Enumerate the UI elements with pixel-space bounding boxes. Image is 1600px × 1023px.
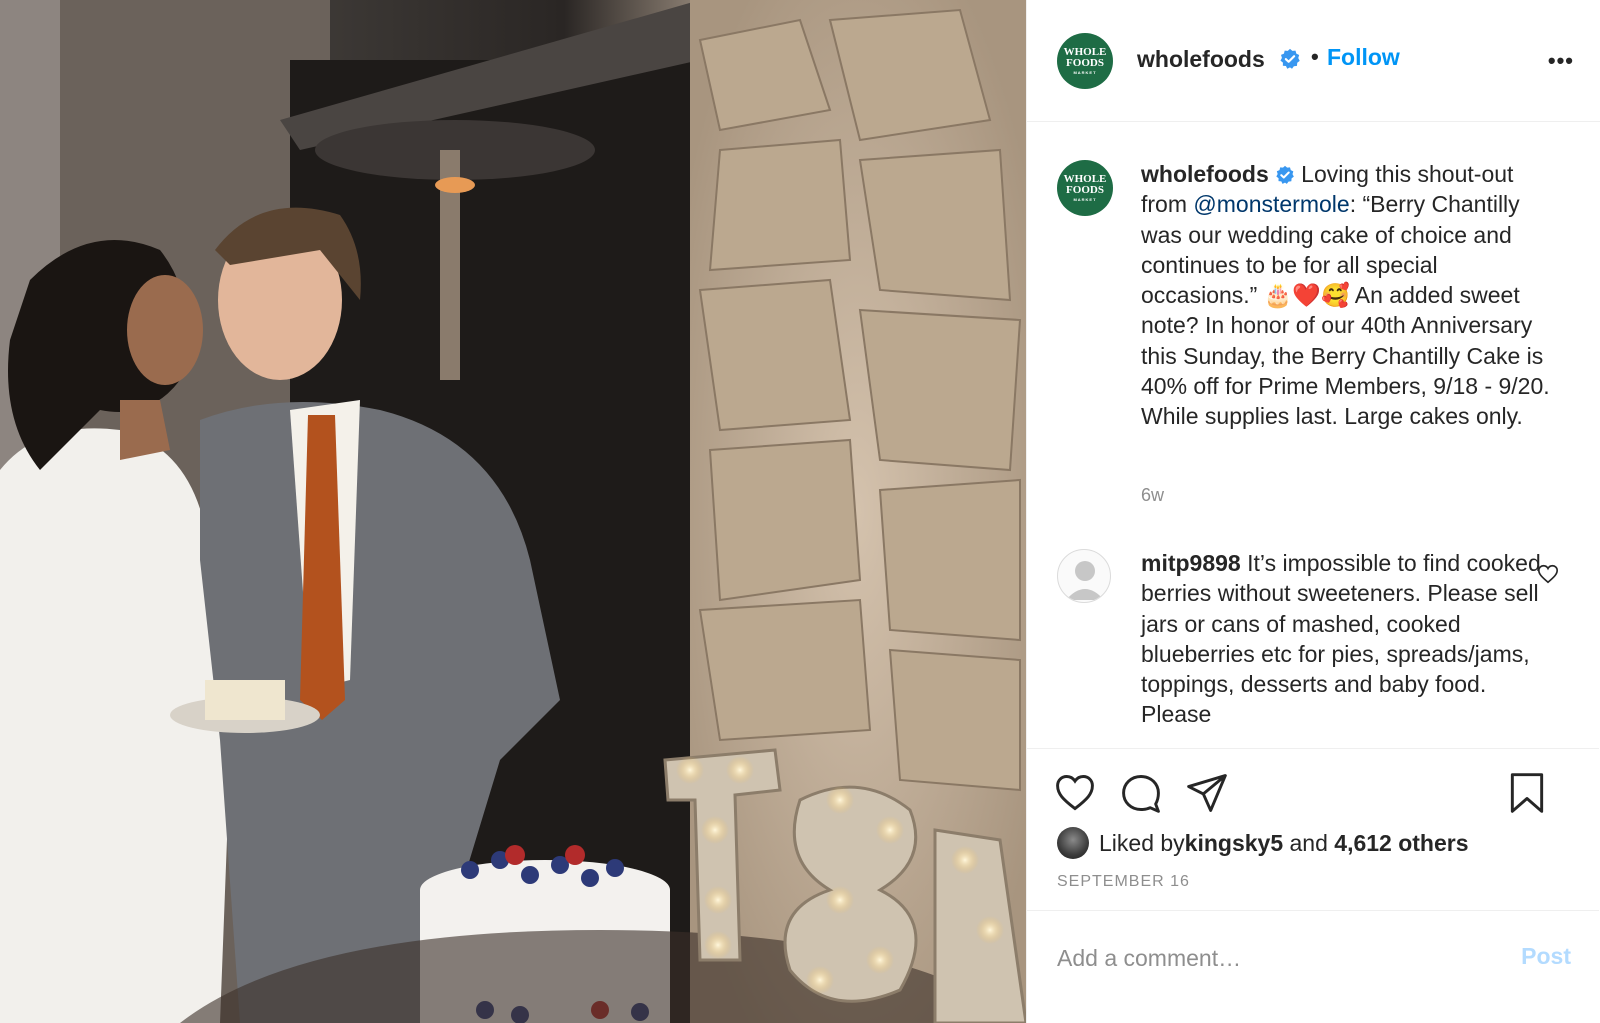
post-sidebar: WHOLE FOODS MARKET wholefoods • Follow •… [1026, 0, 1600, 1023]
logo-line-3: MARKET [1073, 197, 1097, 202]
liker-avatar[interactable] [1057, 827, 1089, 859]
comment-like-heart-icon[interactable] [1537, 563, 1559, 585]
caption-username[interactable]: wholefoods [1141, 161, 1269, 187]
caption-mention-link[interactable]: @monstermole [1193, 191, 1349, 217]
separator-dot: • [1311, 44, 1319, 69]
more-options-icon[interactable]: ••• [1548, 48, 1574, 74]
likes-others-count[interactable]: 4,612 others [1334, 830, 1468, 857]
logo-line-2: FOODS [1066, 184, 1104, 196]
verified-badge-icon [1276, 165, 1294, 184]
liked-by-middle: and [1283, 829, 1335, 856]
comment-text: mitp9898 It’s impossible to find cooked … [1141, 548, 1551, 730]
post-actions: Liked by kingsky5 and 4,612 others SEPTE… [1027, 748, 1599, 910]
liker-username[interactable]: kingsky5 [1185, 830, 1283, 857]
liked-by-prefix: Liked by [1099, 829, 1185, 856]
post-photo[interactable] [0, 0, 1026, 1023]
caption-avatar[interactable]: WHOLE FOODS MARKET [1057, 160, 1113, 216]
default-avatar-icon [1066, 561, 1104, 600]
comment-username[interactable]: mitp9898 [1141, 550, 1241, 576]
share-direct-icon[interactable] [1185, 771, 1229, 815]
post-header: WHOLE FOODS MARKET wholefoods • Follow •… [1027, 0, 1600, 122]
follow-button[interactable]: Follow [1327, 44, 1400, 71]
add-comment-bar: Post [1027, 910, 1599, 1023]
like-heart-icon[interactable] [1053, 771, 1097, 815]
wedding-photo-illustration [0, 0, 1026, 1023]
caption-body-end: : “Berry Chantilly was our wedding cake … [1141, 191, 1550, 430]
post-comment-button[interactable]: Post [1521, 943, 1571, 970]
account-username[interactable]: wholefoods [1137, 46, 1265, 73]
logo-line-2: FOODS [1066, 57, 1104, 69]
commenter-avatar[interactable] [1057, 549, 1111, 603]
logo-line-3: MARKET [1073, 70, 1097, 75]
caption-text: wholefoods Loving this shout-out from @m… [1141, 159, 1551, 432]
caption-time[interactable]: 6w [1141, 485, 1164, 506]
add-comment-input[interactable] [1057, 941, 1477, 975]
verified-badge-icon [1273, 48, 1301, 72]
post-date[interactable]: SEPTEMBER 16 [1057, 873, 1190, 891]
comment-bubble-icon[interactable] [1119, 771, 1163, 815]
save-bookmark-icon[interactable] [1505, 771, 1549, 815]
likes-summary: Liked by kingsky5 and 4,612 others [1057, 827, 1469, 859]
comment-body: It’s impossible to find cooked berries w… [1141, 550, 1541, 728]
comments-list[interactable]: WHOLE FOODS MARKET wholefoods Loving thi… [1027, 123, 1599, 748]
account-avatar[interactable]: WHOLE FOODS MARKET [1057, 33, 1113, 89]
